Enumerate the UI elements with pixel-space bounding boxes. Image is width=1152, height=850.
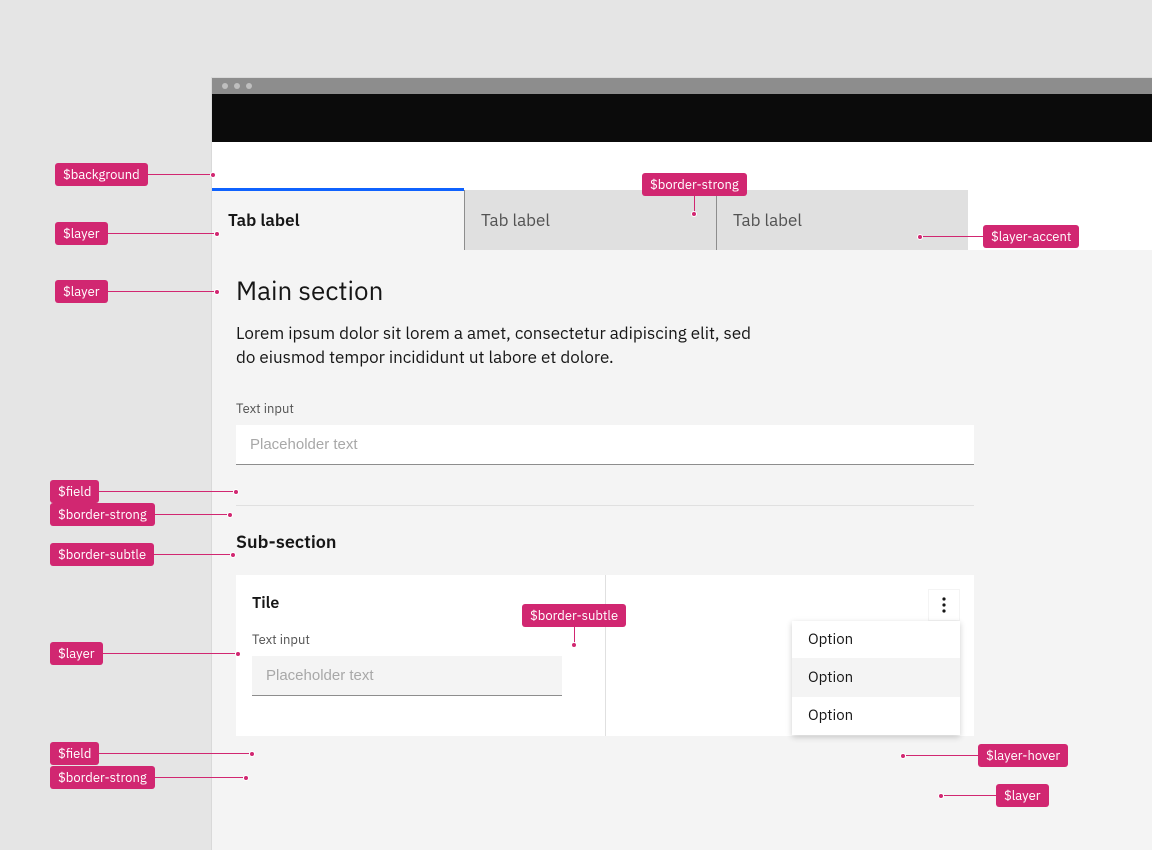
- token-field-2: $field: [50, 742, 99, 765]
- token-field-1: $field: [50, 480, 99, 503]
- tab-panel: Main section Lorem ipsum dolor sit lorem…: [212, 250, 1152, 850]
- section-body: Lorem ipsum dolor sit lorem a amet, cons…: [236, 322, 756, 370]
- traffic-light-icon: [246, 83, 252, 89]
- divider: [236, 505, 974, 506]
- menu-item-label: Option: [808, 630, 853, 649]
- tab-3[interactable]: Tab label: [716, 190, 968, 250]
- overflow-menu: Option Option Option: [792, 621, 960, 735]
- app-header: [212, 94, 1152, 142]
- menu-item[interactable]: Option: [792, 621, 960, 659]
- token-layer-tile: $layer: [50, 642, 103, 665]
- traffic-light-icon: [222, 83, 228, 89]
- tile-left: Tile Text input: [236, 575, 605, 736]
- token-border-strong-2: $border-strong: [50, 766, 155, 789]
- tab-label: Tab label: [733, 209, 802, 231]
- tab-label: Tab label: [481, 209, 550, 231]
- subsection-heading: Sub-section: [236, 530, 1148, 553]
- menu-item[interactable]: Option: [792, 659, 960, 697]
- tile-right: Option Option Option: [605, 575, 974, 736]
- tab-label: Tab label: [228, 209, 300, 231]
- tab-2[interactable]: Tab label: [464, 190, 716, 250]
- menu-item[interactable]: Option: [792, 697, 960, 735]
- menu-item-label: Option: [808, 706, 853, 725]
- token-layer-panel: $layer: [55, 280, 108, 303]
- token-border-strong-1: $border-strong: [50, 503, 155, 526]
- tab-1[interactable]: Tab label: [212, 190, 464, 250]
- tiles-row: Tile Text input Option: [236, 575, 974, 736]
- overflow-menu-button[interactable]: [928, 589, 960, 621]
- input-label: Text input: [236, 400, 1148, 417]
- mock-window: Tab label Tab label Tab label Main secti…: [212, 78, 1152, 850]
- window-chrome: [212, 78, 1152, 94]
- kebab-icon: [942, 597, 946, 613]
- input-label: Text input: [252, 631, 589, 648]
- menu-item-label: Option: [808, 668, 853, 687]
- section-heading: Main section: [236, 274, 1148, 308]
- tile-title: Tile: [252, 593, 589, 613]
- token-border-subtle-1: $border-subtle: [50, 543, 154, 566]
- text-input-tile[interactable]: [252, 656, 562, 696]
- token-layer-tab: $layer: [55, 222, 108, 245]
- text-input-main[interactable]: [236, 425, 974, 465]
- token-background: $background: [55, 163, 148, 186]
- tabs: Tab label Tab label Tab label: [212, 190, 1152, 250]
- traffic-light-icon: [234, 83, 240, 89]
- page-background: Tab label Tab label Tab label Main secti…: [212, 142, 1152, 850]
